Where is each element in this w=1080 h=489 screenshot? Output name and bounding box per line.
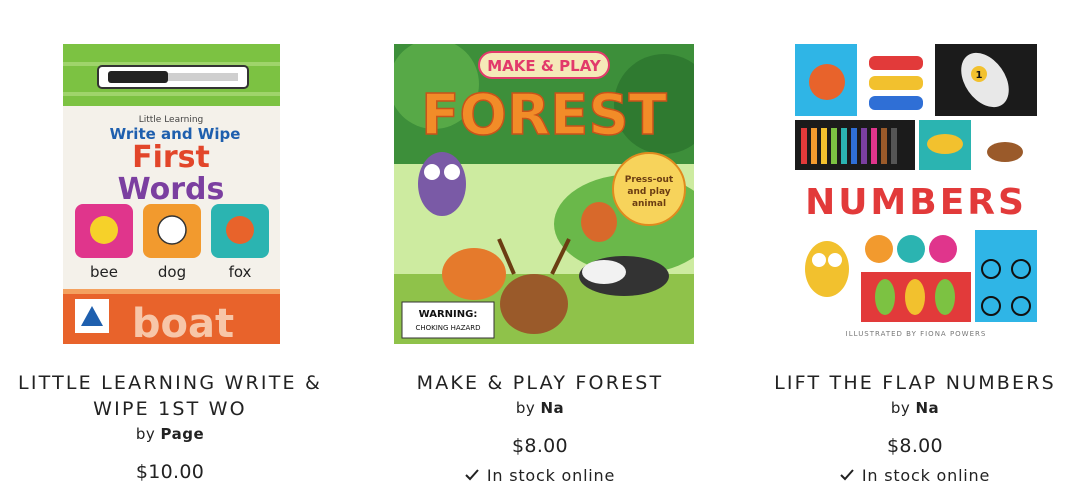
cover-warning-sub: CHOKING HAZARD xyxy=(415,324,480,332)
rocket-number: 1 xyxy=(976,70,983,81)
product-title-link[interactable]: MAKE & PLAY FOREST xyxy=(370,370,710,396)
cover-title-line2: Words xyxy=(118,172,225,207)
author-link[interactable]: Page xyxy=(161,425,205,443)
cover-word-1: bee xyxy=(90,263,118,281)
svg-text:and play: and play xyxy=(627,187,670,197)
stock-status: In stock online xyxy=(745,466,1080,485)
byline-prefix: by xyxy=(890,399,911,417)
book-cover-image[interactable]: Little Learning Write and Wipe First Wor… xyxy=(63,44,280,344)
stock-label: In stock online xyxy=(486,466,616,485)
cover-title-line1: First xyxy=(132,140,210,175)
product-title-link[interactable]: LIFT THE FLAP NUMBERS xyxy=(745,370,1080,396)
byline: by Page xyxy=(0,425,340,443)
book-cover-image[interactable]: MAKE & PLAY FOREST Press-out and play an… xyxy=(394,44,694,344)
price: $8.00 xyxy=(512,435,568,457)
svg-text:animal: animal xyxy=(632,199,666,209)
author-link[interactable]: Na xyxy=(541,399,565,417)
price: $10.00 xyxy=(135,461,205,483)
cover-word-3: fox xyxy=(229,263,252,281)
byline: by Na xyxy=(370,399,710,417)
cover-title: FOREST xyxy=(421,83,667,148)
cover-credit: ILLUSTRATED BY FIONA POWERS xyxy=(846,330,987,338)
author-link[interactable]: Na xyxy=(916,399,940,417)
byline: by Na xyxy=(745,399,1080,417)
cover-small-label: Little Learning xyxy=(139,115,204,125)
cover-warning: WARNING: xyxy=(419,309,478,320)
price: $8.00 xyxy=(887,435,943,457)
book-cover-image[interactable]: 1 NUMBERS ILLUSTRATED BY FIONA POWERS xyxy=(795,44,1037,344)
check-icon xyxy=(840,466,854,485)
cover-title: NUMBERS xyxy=(805,182,1027,223)
cover-banner: MAKE & PLAY xyxy=(487,57,602,75)
byline-prefix: by xyxy=(515,399,536,417)
stock-label: In stock online xyxy=(861,466,991,485)
byline-prefix: by xyxy=(135,425,156,443)
product-title-link[interactable]: LITTLE LEARNING WRITE & WIPE 1ST WO xyxy=(0,370,340,422)
cover-word-2: dog xyxy=(158,263,186,281)
svg-text:Press-out: Press-out xyxy=(625,175,674,185)
cover-brand: boat xyxy=(132,301,234,344)
check-icon xyxy=(465,466,479,485)
stock-status: In stock online xyxy=(370,466,710,485)
